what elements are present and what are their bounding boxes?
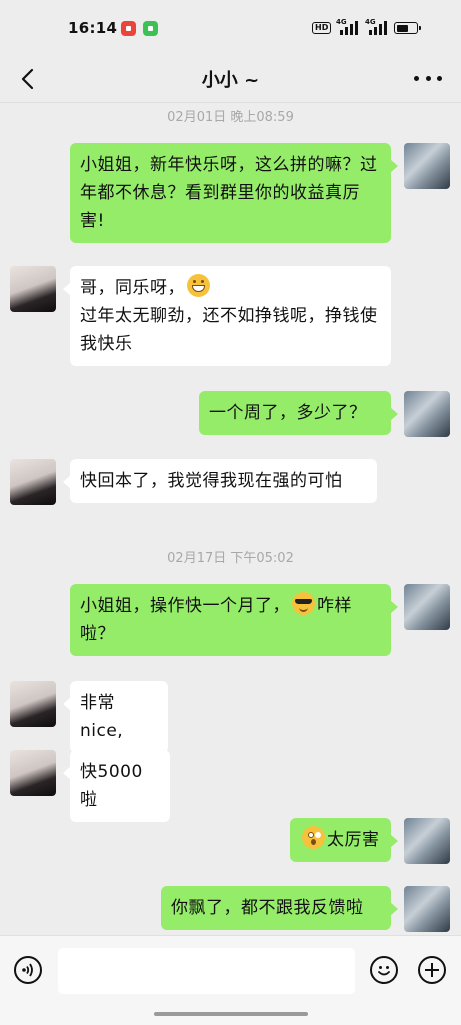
- contact-message-bubble[interactable]: 非常nice,: [63, 681, 168, 753]
- message-timestamp: 02月01日 晚上08:59: [167, 110, 294, 125]
- my-avatar[interactable]: [404, 584, 450, 630]
- sunglasses-face-emoji-icon: [292, 592, 315, 615]
- chat-title: 小小 ~: [201, 70, 260, 91]
- plus-icon[interactable]: [418, 956, 446, 984]
- message-text: 太厉害: [327, 830, 380, 850]
- my-avatar[interactable]: [404, 143, 450, 189]
- message-input[interactable]: [58, 948, 355, 994]
- contact-avatar[interactable]: [10, 681, 56, 727]
- my-message-bubble[interactable]: 小姐姐，新年快乐呀，这么拼的嘛？过年都不休息？看到群里你的收益真厉害!: [70, 143, 398, 243]
- message-text: 小姐姐，新年快乐呀，这么拼的嘛？过年都不休息？看到群里你的收益真厉害!: [80, 155, 378, 231]
- contact-avatar[interactable]: [10, 750, 56, 796]
- contact-message-bubble[interactable]: 哥，同乐呀， 过年太无聊劲，还不如挣钱呢，挣钱使我快乐: [63, 266, 391, 366]
- message-timestamp: 02月17日 下午05:02: [167, 551, 294, 566]
- my-avatar[interactable]: [404, 391, 450, 437]
- status-time: 16:14: [68, 19, 118, 37]
- more-dots-icon[interactable]: [414, 70, 442, 86]
- my-message-bubble[interactable]: 你飘了，都不跟我反馈啦: [161, 886, 398, 930]
- contact-message-bubble[interactable]: 快5000啦: [63, 750, 170, 822]
- signal-icon: 4G: [336, 19, 360, 35]
- my-message-bubble[interactable]: 小姐姐，操作快一个月了， 咋样啦？: [70, 584, 398, 656]
- chat-header: 小小 ~: [0, 56, 461, 103]
- message-app-icon: [143, 21, 158, 36]
- astonished-face-emoji-icon: [302, 826, 325, 849]
- my-avatar[interactable]: [404, 818, 450, 864]
- music-app-icon: [121, 21, 136, 36]
- contact-avatar[interactable]: [10, 266, 56, 312]
- my-message-bubble[interactable]: 太厉害: [290, 818, 398, 862]
- my-message-bubble[interactable]: 一个周了，多少了？: [199, 391, 398, 435]
- message-text: 非常nice,: [80, 693, 124, 741]
- my-avatar[interactable]: [404, 886, 450, 932]
- message-text: 哥，同乐呀，: [80, 278, 185, 298]
- message-text: 你飘了，都不跟我反馈啦: [171, 898, 364, 918]
- smile-icon[interactable]: [370, 956, 398, 984]
- message-text: 一个周了，多少了？: [209, 403, 367, 423]
- message-text: 快回本了，我觉得我现在强的可怕: [80, 471, 343, 491]
- message-text: 小姐姐，操作快一个月了，: [80, 596, 290, 616]
- message-text: 过年太无聊劲，还不如挣钱呢，挣钱使我快乐: [80, 306, 378, 354]
- status-bar: 16:14 HD 4G 4G: [0, 0, 461, 56]
- message-text: 快5000啦: [80, 762, 143, 810]
- voice-icon[interactable]: [14, 956, 42, 984]
- contact-message-bubble[interactable]: 快回本了，我觉得我现在强的可怕: [63, 459, 377, 503]
- battery-icon: [394, 22, 421, 34]
- hd-badge: HD: [312, 22, 332, 34]
- signal-icon: 4G: [365, 19, 389, 35]
- home-indicator[interactable]: [154, 1012, 308, 1016]
- grinning-face-emoji-icon: [187, 274, 210, 297]
- contact-avatar[interactable]: [10, 459, 56, 505]
